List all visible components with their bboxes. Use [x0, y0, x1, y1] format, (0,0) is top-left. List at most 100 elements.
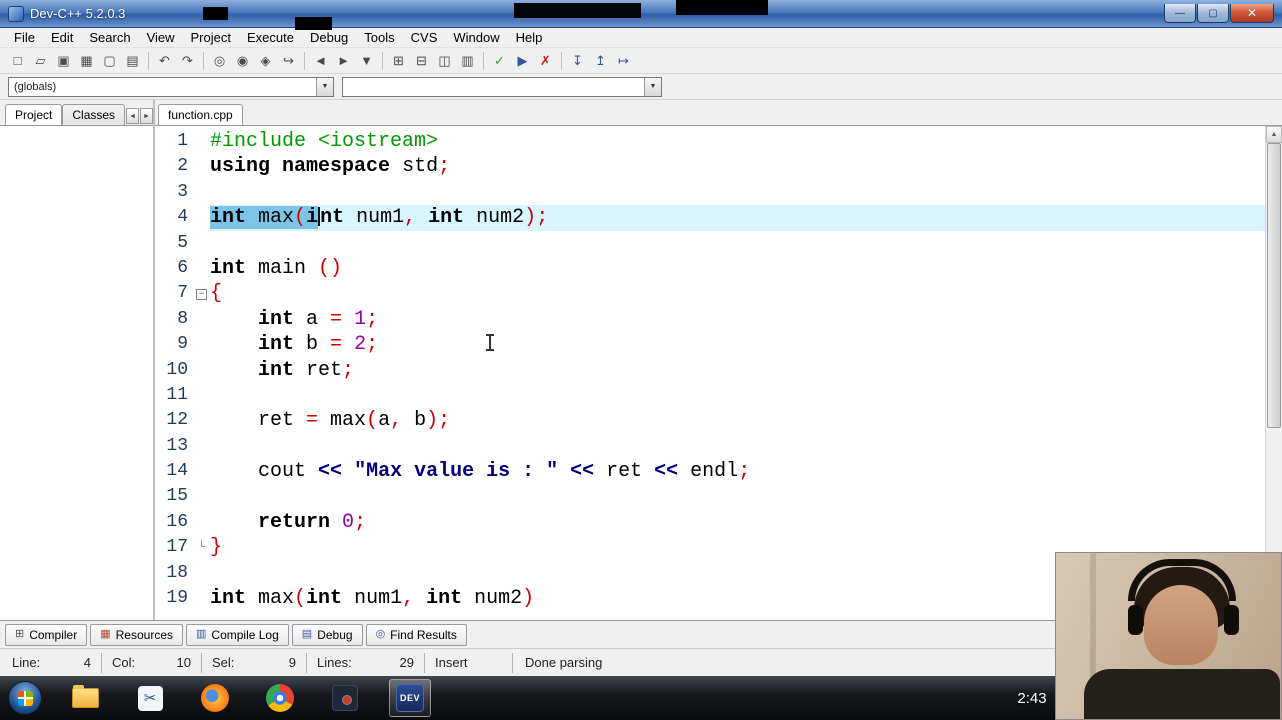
tab-scroll-left-icon[interactable]: ◄	[126, 108, 140, 124]
sidebar-tab-project[interactable]: Project	[5, 104, 63, 125]
menu-execute[interactable]: Execute	[239, 28, 302, 48]
scrollbar-thumb[interactable]	[1267, 143, 1281, 429]
code-line-13[interactable]: 13	[155, 434, 1265, 459]
project-properties-button[interactable]: ◫	[433, 50, 456, 72]
back-button[interactable]: ◄	[309, 50, 332, 72]
find-button[interactable]: ◎	[208, 50, 231, 72]
taskbar-clock[interactable]: 2:43	[1008, 690, 1056, 707]
undo-button[interactable]: ↶	[153, 50, 176, 72]
line-number: 1	[177, 131, 188, 151]
panel-tab-compiler[interactable]: ⊞ Compiler	[5, 623, 88, 646]
globals-combobox[interactable]: (globals) ▼	[8, 76, 334, 97]
menu-edit[interactable]: Edit	[43, 28, 81, 48]
menu-help[interactable]: Help	[508, 28, 551, 48]
menu-debug[interactable]: Debug	[302, 28, 356, 48]
code-line-11[interactable]: 11	[155, 383, 1265, 408]
code-line-15[interactable]: 15	[155, 484, 1265, 509]
save-button[interactable]: ▣	[52, 50, 75, 72]
headphones-band-icon	[1128, 559, 1236, 601]
chevron-down-icon[interactable]: ▼	[644, 77, 661, 96]
run-button[interactable]: ▶	[511, 50, 534, 72]
goto-line-button[interactable]: ↪	[277, 50, 300, 72]
remove-file-button[interactable]: ⊟	[410, 50, 433, 72]
save-all-button[interactable]: ▦	[75, 50, 98, 72]
taskbar-chrome[interactable]	[259, 679, 301, 717]
debug-button[interactable]: ↧	[566, 50, 589, 72]
line-number: 10	[166, 359, 188, 380]
code-line-14[interactable]: 14 cout << "Max value is : " << ret << e…	[155, 459, 1265, 484]
vertical-scrollbar[interactable]: ▲ ▼	[1265, 126, 1282, 620]
scrollbar-track[interactable]	[1266, 143, 1282, 603]
new-project-button[interactable]: ⊞	[387, 50, 410, 72]
code-editor[interactable]: 1 #include <iostream> 2 using namespace std…	[155, 126, 1265, 620]
profile-button[interactable]: ↥	[589, 50, 612, 72]
text-cursor-icon	[486, 334, 494, 351]
code-line-2[interactable]: 2 using namespace std;	[155, 154, 1265, 179]
compile-button[interactable]: ✓	[488, 50, 511, 72]
start-button[interactable]	[8, 681, 42, 715]
code-line-1[interactable]: 1 #include <iostream>	[155, 129, 1265, 154]
recorder-icon	[332, 685, 358, 711]
taskbar-snip[interactable]	[129, 679, 171, 717]
chevron-down-icon[interactable]: ▼	[316, 77, 333, 96]
panel-tab-debug[interactable]: ▤ Debug	[291, 623, 363, 646]
maximize-button[interactable]: ▢	[1197, 4, 1229, 23]
code-text: cout << "Max value is : " << ret << endl…	[210, 460, 751, 484]
menu-window[interactable]: Window	[445, 28, 507, 48]
replace-button[interactable]: ◈	[254, 50, 277, 72]
line-number: 3	[177, 181, 188, 202]
tab-scroll-right-icon[interactable]: ►	[140, 108, 153, 124]
code-line-12[interactable]: 12 ret = max(a, b);	[155, 408, 1265, 433]
code-line-7[interactable]: 7−{	[155, 281, 1265, 306]
goto-declaration-button[interactable]: ▼	[355, 50, 378, 72]
menu-search[interactable]: Search	[81, 28, 138, 48]
open-project-button[interactable]: ▱	[29, 50, 52, 72]
fold-marker[interactable]: −	[193, 281, 210, 306]
code-line-10[interactable]: 10 int ret;	[155, 358, 1265, 383]
new-source-icon: □	[13, 53, 22, 68]
panel-tab-resources[interactable]: ▦ Resources	[90, 623, 183, 646]
menu-cvs[interactable]: CVS	[403, 28, 446, 48]
scroll-up-icon[interactable]: ▲	[1266, 126, 1282, 143]
print-button[interactable]: ▤	[121, 50, 144, 72]
abort-compilation-button[interactable]: ✗	[534, 50, 557, 72]
redo-button[interactable]: ↷	[176, 50, 199, 72]
taskbar-firefox[interactable]	[194, 679, 236, 717]
code-line-8[interactable]: 8 int a = 1;	[155, 307, 1265, 332]
code-line-6[interactable]: 6 int main ()	[155, 256, 1265, 281]
devcpp-window: Dev-C++ 5.2.0.3 — ▢ ✕ File Edit Search View…	[0, 0, 1282, 720]
find-in-files-button[interactable]: ◉	[231, 50, 254, 72]
panel-tab-compile-log[interactable]: ▥ Compile Log	[186, 623, 289, 646]
members-combobox[interactable]: ▼	[342, 76, 662, 97]
close-file-button[interactable]: ▢	[98, 50, 121, 72]
code-line-9[interactable]: 9 int b = 2;	[155, 332, 1265, 357]
panel-tab-find-results[interactable]: ◎ Find Results	[365, 623, 467, 646]
editor-tab-bar: function.cpp	[155, 100, 1282, 125]
editor-tab-function-cpp[interactable]: function.cpp	[158, 104, 243, 125]
code-line-3[interactable]: 3	[155, 180, 1265, 205]
code-line-5[interactable]: 5	[155, 231, 1265, 256]
sidebar-tab-classes[interactable]: Classes	[62, 104, 126, 125]
minimize-button[interactable]: —	[1164, 4, 1196, 23]
close-button[interactable]: ✕	[1230, 4, 1274, 23]
new-source-button[interactable]: □	[6, 50, 29, 72]
new-project-icon: ⊞	[393, 53, 404, 68]
menu-tools[interactable]: Tools	[356, 28, 402, 48]
code-line-16[interactable]: 16 return 0;	[155, 510, 1265, 535]
taskbar-devcpp[interactable]: DEV	[389, 679, 431, 717]
code-line-4[interactable]: 4 int max(i nt num1, int num2);	[155, 205, 1265, 231]
menu-view[interactable]: View	[139, 28, 183, 48]
forward-button[interactable]: ►	[332, 50, 355, 72]
taskbar-recorder[interactable]	[324, 679, 366, 717]
profiling-analysis-button[interactable]: ↦	[612, 50, 635, 72]
menu-project[interactable]: Project	[183, 28, 239, 48]
taskbar-explorer[interactable]	[64, 679, 106, 717]
menu-file[interactable]: File	[6, 28, 43, 48]
headphone-right-cup-icon	[1224, 605, 1239, 635]
package-manager-button[interactable]: ▥	[456, 50, 479, 72]
project-tree-panel[interactable]	[0, 125, 153, 620]
fold-gutter	[193, 434, 210, 459]
title-bar[interactable]: Dev-C++ 5.2.0.3 — ▢ ✕	[0, 0, 1282, 28]
fold-gutter	[193, 332, 210, 357]
fold-gutter	[193, 129, 210, 154]
